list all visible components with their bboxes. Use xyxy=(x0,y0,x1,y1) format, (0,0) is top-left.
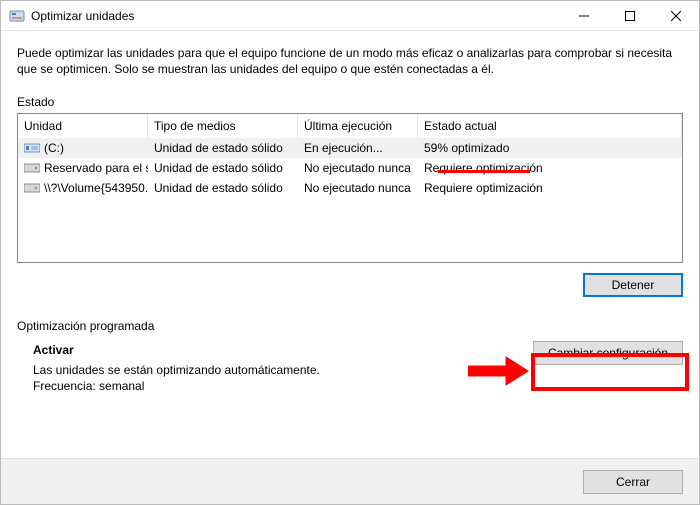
cell-last: No ejecutado nunca xyxy=(298,181,418,195)
maximize-button[interactable] xyxy=(607,1,653,30)
cell-drive-text: (C:) xyxy=(44,141,64,155)
stop-button[interactable]: Detener xyxy=(583,273,683,297)
table-header: Unidad Tipo de medios Última ejecución E… xyxy=(18,114,682,138)
drive-table: Unidad Tipo de medios Última ejecución E… xyxy=(17,113,683,263)
cell-drive: \\?\Volume{543950... xyxy=(18,181,148,195)
cell-media: Unidad de estado sólido xyxy=(148,181,298,195)
cell-media: Unidad de estado sólido xyxy=(148,161,298,175)
drive-icon xyxy=(24,142,40,154)
intro-text: Puede optimizar las unidades para que el… xyxy=(17,45,683,77)
cell-drive-text: \\?\Volume{543950... xyxy=(44,181,148,195)
cell-last: No ejecutado nunca xyxy=(298,161,418,175)
table-row[interactable]: \\?\Volume{543950...Unidad de estado sól… xyxy=(18,178,682,198)
cell-status: 59% optimizado xyxy=(418,141,682,155)
drive-icon xyxy=(24,182,40,194)
col-header-media[interactable]: Tipo de medios xyxy=(148,114,298,138)
annotation-underline xyxy=(438,170,530,173)
titlebar: Optimizar unidades xyxy=(1,1,699,31)
cell-drive: (C:) xyxy=(18,141,148,155)
cell-media: Unidad de estado sólido xyxy=(148,141,298,155)
cell-status: Requiere optimización xyxy=(418,181,682,195)
drive-icon xyxy=(24,162,40,174)
col-header-drive[interactable]: Unidad xyxy=(18,114,148,138)
close-button[interactable] xyxy=(653,1,699,30)
annotation-rect xyxy=(531,353,689,391)
cell-drive: Reservado para el s... xyxy=(18,161,148,175)
cell-status: Requiere optimización xyxy=(418,161,682,175)
app-icon xyxy=(9,8,25,24)
dialog-footer: Cerrar xyxy=(1,458,699,504)
annotation-arrow-icon xyxy=(468,354,530,388)
minimize-button[interactable] xyxy=(561,1,607,30)
close-dialog-button[interactable]: Cerrar xyxy=(583,470,683,494)
col-header-last[interactable]: Última ejecución xyxy=(298,114,418,138)
cell-drive-text: Reservado para el s... xyxy=(44,161,148,175)
table-row[interactable]: (C:) Unidad de estado sólidoEn ejecución.… xyxy=(18,138,682,158)
status-section-label: Estado xyxy=(17,95,683,109)
window-title: Optimizar unidades xyxy=(31,9,561,23)
col-header-status[interactable]: Estado actual xyxy=(418,114,682,138)
window-controls xyxy=(561,1,699,30)
table-row[interactable]: Reservado para el s...Unidad de estado s… xyxy=(18,158,682,178)
scheduled-section-label: Optimización programada xyxy=(17,319,683,333)
cell-last: En ejecución... xyxy=(298,141,418,155)
